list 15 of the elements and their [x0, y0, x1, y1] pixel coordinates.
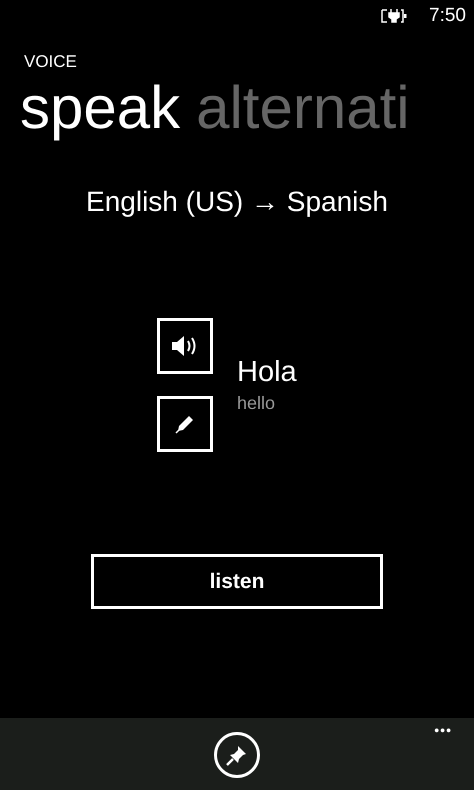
- battery-charging-icon: [381, 9, 408, 23]
- pivot-header[interactable]: speak: [20, 78, 180, 138]
- source-text: hello: [237, 393, 276, 414]
- pencil-icon: [175, 414, 195, 434]
- pivot-header[interactable]: alternati: [196, 78, 410, 138]
- translated-text: Hola: [237, 356, 298, 389]
- clock-time: 7:50: [429, 5, 466, 27]
- app-title: VOICE: [24, 52, 78, 72]
- pin-button[interactable]: [214, 732, 260, 778]
- language-pair: English (US) → Spanish: [85, 186, 389, 218]
- more-button[interactable]: •••: [434, 722, 452, 738]
- speaker-button[interactable]: [157, 318, 213, 374]
- edit-button[interactable]: [157, 396, 213, 452]
- pushpin-icon: [225, 743, 249, 767]
- listen-button[interactable]: listen: [91, 554, 383, 609]
